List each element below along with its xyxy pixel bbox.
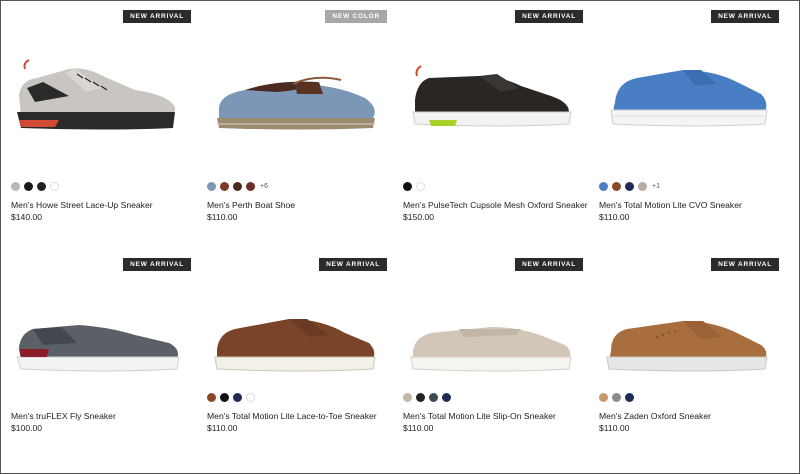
color-swatch[interactable] — [416, 393, 425, 402]
product-price: $140.00 — [11, 212, 43, 222]
product-name[interactable]: Men's Total Motion Lite Lace-to-Toe Snea… — [207, 411, 377, 421]
color-swatch[interactable] — [11, 182, 20, 191]
product-card[interactable]: NEW ARRIVAL Men's Zaden Oxford Sneaker $… — [597, 258, 793, 470]
color-swatch[interactable] — [24, 182, 33, 191]
product-price: $110.00 — [599, 212, 630, 222]
color-swatch[interactable] — [246, 182, 255, 191]
product-name[interactable]: Men's Total Motion Lite CVO Sneaker — [599, 200, 742, 210]
product-card[interactable]: NEW ARRIVAL Men's Howe Street Lace-Up Sn… — [9, 10, 205, 258]
product-image[interactable] — [205, 32, 385, 162]
color-swatch[interactable] — [625, 182, 634, 191]
product-name[interactable]: Men's PulseTech Cupsole Mesh Oxford Snea… — [403, 200, 588, 210]
product-card[interactable]: NEW ARRIVAL Men's Total Motion Lite Slip… — [401, 258, 597, 470]
product-name[interactable]: Men's Total Motion Lite Slip-On Sneaker — [403, 411, 556, 421]
color-swatch[interactable] — [599, 182, 608, 191]
color-swatch[interactable] — [625, 393, 634, 402]
product-grid: NEW ARRIVAL Men's Howe Street Lace-Up Sn… — [9, 10, 793, 470]
color-swatches: +1 — [599, 182, 660, 191]
product-image[interactable] — [401, 32, 581, 162]
product-image[interactable] — [597, 32, 777, 162]
color-swatches — [403, 393, 455, 402]
product-image[interactable] — [205, 274, 385, 374]
color-swatch[interactable] — [442, 393, 451, 402]
color-swatch[interactable] — [220, 393, 229, 402]
product-badge: NEW ARRIVAL — [711, 258, 779, 271]
product-image[interactable] — [597, 274, 777, 374]
product-badge: NEW ARRIVAL — [515, 10, 583, 23]
product-badge: NEW ARRIVAL — [123, 10, 191, 23]
color-swatch[interactable] — [37, 182, 46, 191]
color-swatch[interactable] — [403, 393, 412, 402]
color-swatches — [599, 393, 638, 402]
product-name[interactable]: Men's Howe Street Lace-Up Sneaker — [11, 200, 153, 210]
product-image[interactable] — [9, 274, 189, 374]
product-price: $110.00 — [403, 423, 434, 433]
color-swatches — [403, 182, 429, 191]
color-swatch[interactable] — [638, 182, 647, 191]
color-swatches — [11, 182, 63, 191]
product-badge: NEW ARRIVAL — [515, 258, 583, 271]
product-card[interactable]: NEW ARRIVAL Men's Total Motion Lite Lace… — [205, 258, 401, 470]
color-swatches: +6 — [207, 182, 268, 191]
product-price: $110.00 — [207, 423, 238, 433]
product-image[interactable] — [401, 274, 581, 374]
color-swatch[interactable] — [50, 182, 59, 191]
color-swatch[interactable] — [403, 182, 412, 191]
color-swatch[interactable] — [207, 393, 216, 402]
product-badge: NEW COLOR — [325, 10, 387, 23]
product-name[interactable]: Men's Zaden Oxford Sneaker — [599, 411, 711, 421]
product-card[interactable]: NEW ARRIVAL Men's truFLEX Fly Sneaker $1… — [9, 258, 205, 470]
product-card[interactable]: NEW ARRIVAL +1 Men's Total Motion Lite C… — [597, 10, 793, 258]
color-swatch[interactable] — [233, 393, 242, 402]
color-swatch[interactable] — [612, 182, 621, 191]
product-badge: NEW ARRIVAL — [123, 258, 191, 271]
color-swatch[interactable] — [599, 393, 608, 402]
more-colors-count[interactable]: +1 — [652, 183, 660, 190]
color-swatches — [207, 393, 259, 402]
color-swatch[interactable] — [429, 393, 438, 402]
more-colors-count[interactable]: +6 — [260, 183, 268, 190]
product-card[interactable]: NEW COLOR +6 Men's Perth Boat Shoe $110.… — [205, 10, 401, 258]
product-badge: NEW ARRIVAL — [711, 10, 779, 23]
product-image[interactable] — [9, 32, 189, 162]
product-price: $150.00 — [403, 212, 435, 222]
product-name[interactable]: Men's truFLEX Fly Sneaker — [11, 411, 116, 421]
color-swatch[interactable] — [220, 182, 229, 191]
color-swatch[interactable] — [233, 182, 242, 191]
product-card[interactable]: NEW ARRIVAL Men's PulseTech Cupsole Mesh… — [401, 10, 597, 258]
color-swatch[interactable] — [416, 182, 425, 191]
product-grid-frame: NEW ARRIVAL Men's Howe Street Lace-Up Sn… — [0, 0, 800, 474]
color-swatch[interactable] — [207, 182, 216, 191]
product-price: $100.00 — [11, 423, 43, 433]
product-name[interactable]: Men's Perth Boat Shoe — [207, 200, 295, 210]
product-price: $110.00 — [207, 212, 238, 222]
color-swatch[interactable] — [246, 393, 255, 402]
color-swatch[interactable] — [612, 393, 621, 402]
product-price: $110.00 — [599, 423, 630, 433]
product-badge: NEW ARRIVAL — [319, 258, 387, 271]
